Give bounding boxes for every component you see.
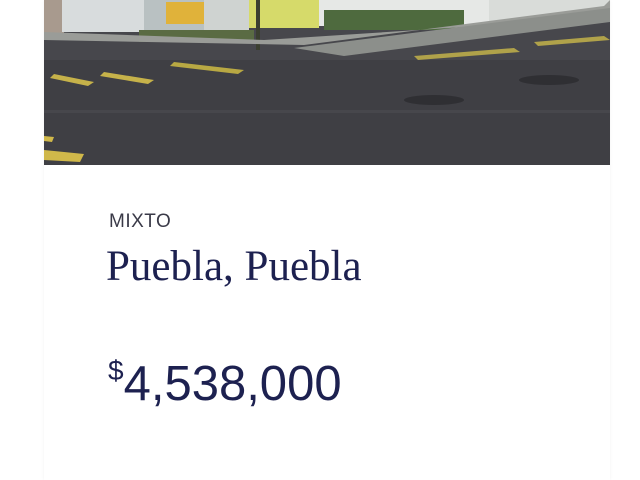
- page: MIXTO Puebla, Puebla $4,538,000: [0, 0, 640, 480]
- listing-photo[interactable]: [44, 0, 610, 165]
- price-amount: 4,538,000: [123, 357, 342, 411]
- property-price: $4,538,000: [108, 355, 342, 412]
- property-category: MIXTO: [109, 211, 172, 232]
- currency-symbol: $: [108, 355, 124, 386]
- listing-card[interactable]: MIXTO Puebla, Puebla $4,538,000: [44, 0, 610, 480]
- street-corner-image: [44, 0, 610, 165]
- property-location[interactable]: Puebla, Puebla: [106, 242, 362, 291]
